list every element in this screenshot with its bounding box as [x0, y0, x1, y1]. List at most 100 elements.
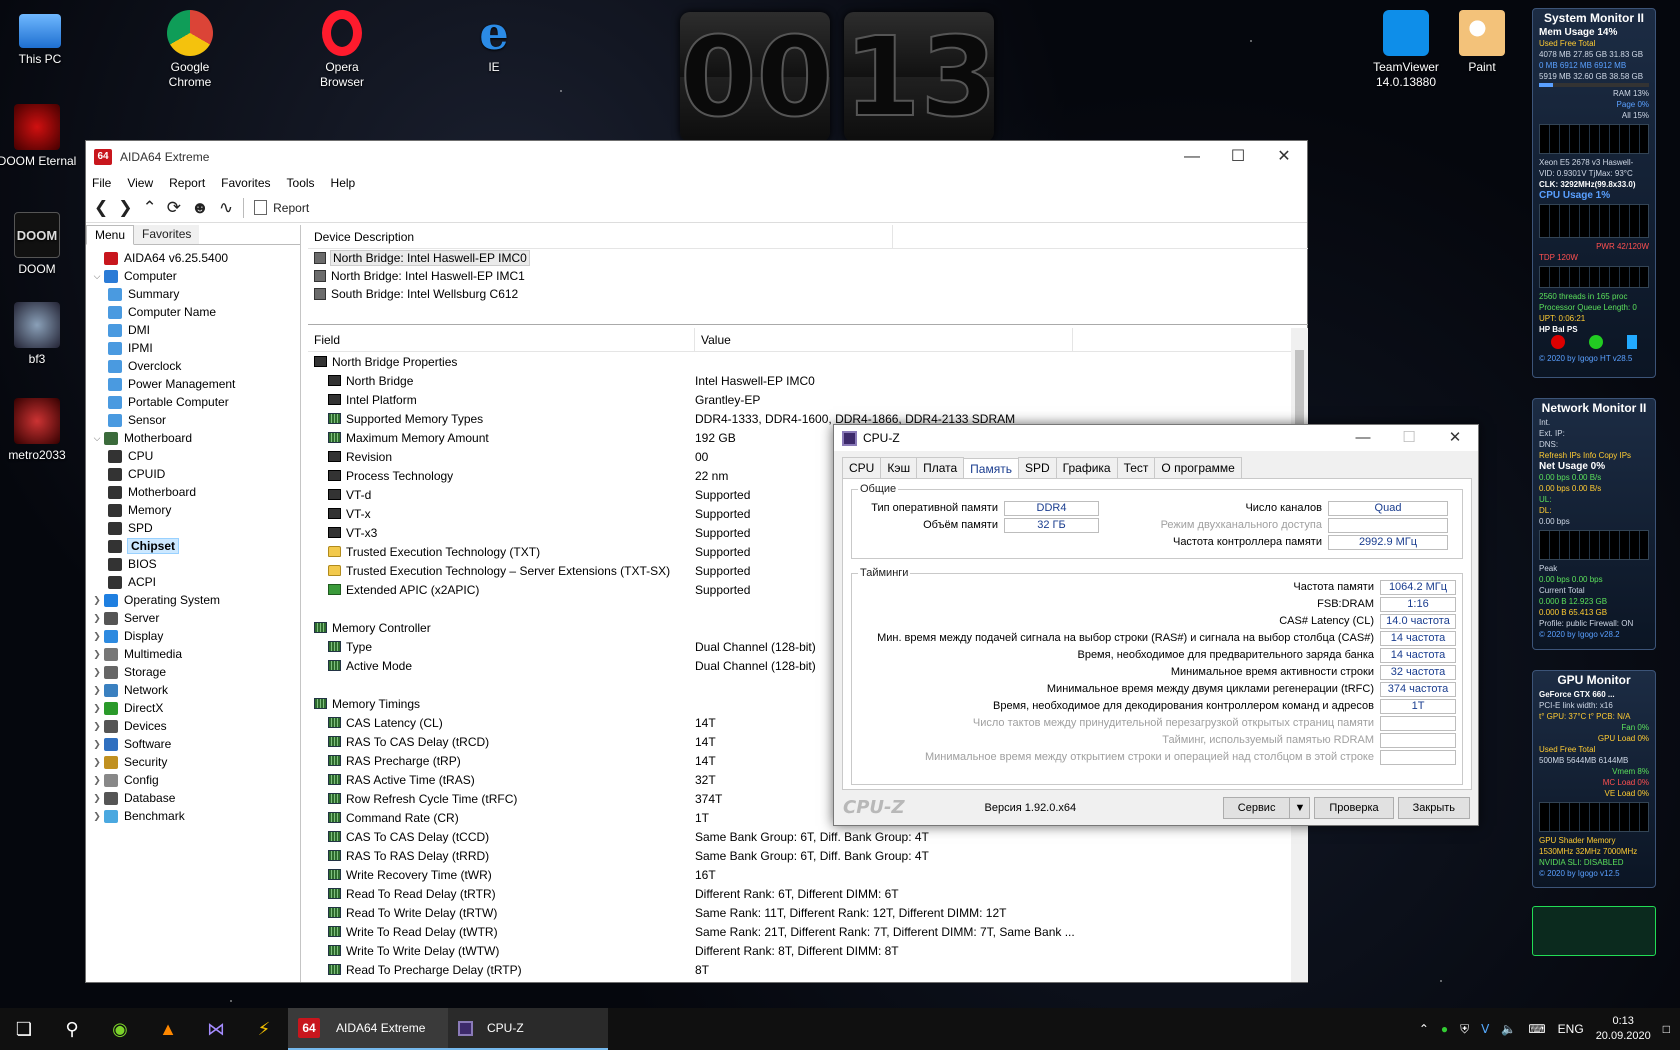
tree-item[interactable]: Overclock — [86, 357, 300, 375]
table-row[interactable]: Read To Read Delay (tRTR) Different Rank:… — [308, 884, 1308, 903]
tree-item[interactable]: Computer Name — [86, 303, 300, 321]
notifications-icon[interactable]: □ — [1663, 1022, 1670, 1036]
cpuz-maximize-button[interactable]: ☐ — [1386, 425, 1432, 451]
validate-button[interactable]: Проверка — [1314, 796, 1394, 819]
tree-computer[interactable]: ⌵ Computer — [86, 267, 300, 285]
minimize-button[interactable]: — — [1169, 141, 1215, 173]
tab-menu[interactable]: Menu — [86, 225, 135, 245]
menu-view[interactable]: View — [127, 176, 153, 190]
device-row[interactable]: North Bridge: Intel Haswell-EP IMC0 — [308, 249, 1308, 267]
table-row[interactable]: RAS To RAS Delay (tRRD) Same Bank Group: … — [308, 846, 1308, 865]
close-cpuz-button[interactable]: Закрыть — [1397, 796, 1470, 819]
back-icon[interactable]: ❮ — [94, 198, 108, 218]
device-description-header[interactable]: Device Description — [308, 225, 893, 248]
chevron-down-icon[interactable]: ⌵ — [90, 271, 104, 282]
table-row[interactable]: Read To Precharge Delay (tRTP) 8T — [308, 960, 1308, 979]
tree-item[interactable]: ❯ Security — [86, 753, 300, 771]
shield-icon[interactable]: ⛨ — [1460, 1022, 1469, 1037]
device-row[interactable]: North Bridge: Intel Haswell-EP IMC1 — [308, 267, 1308, 285]
taskbar-aida64[interactable]: 64 AIDA64 Extreme — [288, 1008, 448, 1050]
taskbar-clock[interactable]: 0:13 20.09.2020 — [1596, 1014, 1651, 1044]
tree-item[interactable]: CPU — [86, 447, 300, 465]
device-row[interactable]: South Bridge: Intel Wellsburg C612 — [308, 285, 1308, 303]
menu-report[interactable]: Report — [169, 176, 205, 190]
desktop-icon-metro2033[interactable]: metro2033 — [0, 398, 77, 463]
power-balanced-icon[interactable] — [1589, 335, 1603, 349]
desktop-icon-doom[interactable]: DOOM DOOM — [0, 212, 77, 277]
desktop-icon-ie[interactable]: e IE — [454, 10, 534, 75]
table-row[interactable]: CAS To CAS Delay (tCCD) Same Bank Group: … — [308, 827, 1308, 846]
aida-titlebar[interactable]: 64 AIDA64 Extreme — ☐ ✕ — [86, 141, 1307, 173]
tab-favorites[interactable]: Favorites — [134, 225, 200, 244]
field-header[interactable]: Field — [308, 328, 695, 351]
tree-item[interactable]: Motherboard — [86, 483, 300, 501]
close-button[interactable]: ✕ — [1261, 141, 1307, 173]
tree-item[interactable]: ❯ Server — [86, 609, 300, 627]
tree-item[interactable]: ❯ Multimedia — [86, 645, 300, 663]
chevron-right-icon[interactable]: ❯ — [90, 739, 104, 750]
utorrent-icon[interactable]: ◉ — [96, 1008, 144, 1050]
volume-icon[interactable]: 🔈 — [1501, 1022, 1516, 1036]
tree-item[interactable]: ❯ Devices — [86, 717, 300, 735]
scroll-thumb[interactable] — [1295, 350, 1304, 430]
chevron-right-icon[interactable]: ❯ — [90, 793, 104, 804]
tree-item[interactable]: ❯ Config — [86, 771, 300, 789]
desktop-icon-doom-eternal[interactable]: DOOM Eternal — [0, 104, 77, 169]
chevron-right-icon[interactable]: ❯ — [90, 667, 104, 678]
desktop-icon-chrome[interactable]: Google Chrome — [150, 10, 230, 90]
visual-studio-icon[interactable]: ⋈ — [192, 1008, 240, 1050]
power-hp-icon[interactable] — [1551, 335, 1565, 349]
desktop-icon-this-pc[interactable]: This PC — [0, 10, 80, 67]
chevron-right-icon[interactable]: ❯ — [90, 757, 104, 768]
cpuz-close-button[interactable]: ✕ — [1432, 425, 1478, 451]
tree-item[interactable]: CPUID — [86, 465, 300, 483]
power-plan-icons[interactable] — [1533, 335, 1655, 353]
chevron-right-icon[interactable]: ❯ — [90, 721, 104, 732]
service-button[interactable]: Сервис — [1222, 796, 1291, 819]
tree-item[interactable]: ❯ Network — [86, 681, 300, 699]
system-monitor-gadget[interactable]: System Monitor II Mem Usage 14% Used Fre… — [1532, 8, 1656, 378]
tree-item[interactable]: ❯ Software — [86, 735, 300, 753]
tree-item[interactable]: Sensor — [86, 411, 300, 429]
menu-help[interactable]: Help — [331, 176, 356, 190]
table-row[interactable]: Write Recovery Time (tWR) 16T — [308, 865, 1308, 884]
network-monitor-gadget[interactable]: Network Monitor II Int. Ext. IP: DNS: Re… — [1532, 398, 1656, 650]
cpuz-titlebar[interactable]: CPU-Z — ☐ ✕ — [834, 425, 1478, 451]
show-hidden-icons[interactable]: ⌃ — [1419, 1022, 1429, 1036]
report-button[interactable]: Report — [254, 200, 309, 215]
forward-icon[interactable]: ❯ — [118, 198, 132, 218]
cpuz-window[interactable]: CPU-Z — ☐ ✕ CPU Кэш Плата Память SPD Гра… — [833, 424, 1479, 826]
tree-item[interactable]: Power Management — [86, 375, 300, 393]
table-row[interactable]: North Bridge Intel Haswell-EP IMC0 — [308, 371, 1308, 390]
tree-item[interactable]: ACPI — [86, 573, 300, 591]
desktop-icon-paint[interactable]: Paint — [1442, 10, 1522, 75]
language-indicator[interactable]: ENG — [1558, 1022, 1584, 1036]
chevron-right-icon[interactable]: ❯ — [90, 613, 104, 624]
tree-item[interactable]: BIOS — [86, 555, 300, 573]
vlc-icon[interactable]: ▲ — [144, 1008, 192, 1050]
table-row[interactable]: Write To Read Delay (tWTR) Same Rank: 21T… — [308, 922, 1308, 941]
chevron-down-icon[interactable]: ⌵ — [90, 433, 104, 444]
chevron-right-icon[interactable]: ❯ — [90, 703, 104, 714]
chevron-right-icon[interactable]: ❯ — [90, 775, 104, 786]
tree-motherboard[interactable]: ⌵ Motherboard — [86, 429, 300, 447]
chevron-right-icon[interactable]: ❯ — [90, 631, 104, 642]
tree-item[interactable]: SPD — [86, 519, 300, 537]
table-row[interactable]: Write To Write Delay (tWTW) Different Ran… — [308, 941, 1308, 960]
refresh-icon[interactable]: ⟳ — [167, 198, 181, 218]
tree-item[interactable]: DMI — [86, 321, 300, 339]
tray-green-icon[interactable]: ● — [1441, 1022, 1448, 1036]
group-row[interactable]: North Bridge Properties — [308, 352, 1308, 371]
tree-item[interactable]: Portable Computer — [86, 393, 300, 411]
value-header[interactable]: Value — [695, 328, 1073, 351]
tool-icon[interactable]: ⚡ — [240, 1008, 288, 1050]
tree-item[interactable]: ❯ Display — [86, 627, 300, 645]
menu-tools[interactable]: Tools — [287, 176, 315, 190]
tree-item[interactable]: IPMI — [86, 339, 300, 357]
service-dropdown-icon[interactable]: ▼ — [1289, 796, 1311, 819]
gpu-monitor-gadget[interactable]: GPU Monitor GeForce GTX 660 ... PCI-E li… — [1532, 670, 1656, 888]
tree-item[interactable]: ❯ Storage — [86, 663, 300, 681]
tree-item-chipset[interactable]: Chipset — [86, 537, 300, 555]
search-icon[interactable]: ⚲ — [48, 1008, 96, 1050]
bluetooth-icon[interactable]: ᐯ — [1481, 1022, 1489, 1036]
